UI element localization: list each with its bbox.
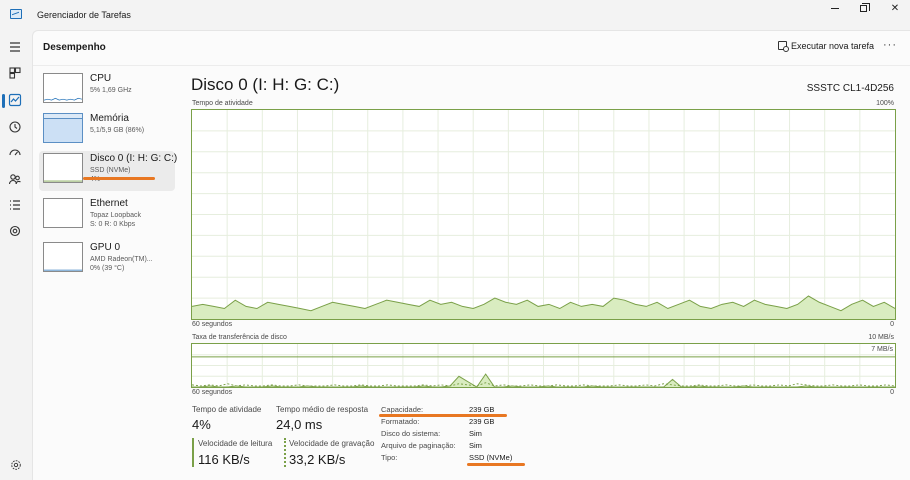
write-speed-value: 33,2 KB/s: [289, 452, 346, 467]
details-icon[interactable]: [8, 198, 24, 214]
performance-icon[interactable]: [8, 93, 24, 109]
run-task-icon: [778, 41, 789, 52]
prop-formatted-key: Formatado:: [381, 417, 420, 426]
annotation-underline: [83, 177, 155, 180]
write-speed-label: Velocidade de gravação: [289, 439, 375, 448]
gpu-thumbnail: [43, 242, 83, 272]
startup-icon[interactable]: [8, 146, 24, 162]
avg-response-label: Tempo médio de resposta: [276, 405, 369, 414]
header-divider: [33, 65, 910, 66]
task-manager-icon: [10, 9, 22, 19]
disk-model: SSSTC CL1-4D256: [806, 83, 894, 94]
read-speed-label: Velocidade de leitura: [198, 439, 273, 448]
nav-rail: [0, 30, 32, 480]
prop-type-key: Tipo:: [381, 453, 398, 462]
resource-detail: 5,1/5,9 GB (86%): [90, 127, 145, 134]
graph1-label: Tempo de atividade: [192, 100, 253, 107]
page-header: Desempenho Executar nova tarefa ···: [33, 31, 910, 65]
active-time-graph: [191, 109, 896, 320]
prop-formatted-value: 239 GB: [469, 417, 495, 426]
resource-name: CPU: [90, 73, 112, 84]
close-icon: ✕: [890, 3, 900, 14]
resource-item-cpu[interactable]: CPU 5% 1,69 GHz: [39, 71, 175, 111]
memory-fill: [44, 117, 82, 142]
graph2-min-label: 0: [890, 389, 894, 396]
resource-detail: AMD Radeon(TM)...: [90, 256, 153, 263]
graph1-time-label: 60 segundos: [192, 321, 233, 328]
disk-thumbnail: [43, 153, 83, 183]
prop-capacity-value: 239 GB: [469, 405, 495, 414]
restore-button[interactable]: [848, 0, 878, 22]
minimize-button[interactable]: [820, 0, 850, 22]
prop-system-disk-value: Sim: [469, 429, 482, 438]
resource-usage: 0% (39 °C): [90, 265, 125, 272]
services-icon[interactable]: [8, 224, 24, 240]
graph2-label: Taxa de transferência de disco: [192, 334, 287, 341]
minimize-icon: [831, 7, 839, 9]
page-title: Desempenho: [43, 42, 106, 53]
resource-item-disk-0[interactable]: Disco 0 (I: H: G: C:) SSD (NVMe) 4%: [39, 151, 178, 191]
active-time-label: Tempo de atividade: [192, 405, 262, 414]
transfer-rate-chart: [192, 344, 895, 387]
ethernet-thumbnail: [43, 198, 83, 228]
resource-item-ethernet[interactable]: Ethernet Topaz Loopback S: 0 R: 0 Kbps: [39, 196, 175, 236]
prop-capacity-key: Capacidade:: [381, 405, 424, 414]
nav-active-indicator: [2, 94, 5, 108]
transfer-rate-graph: 7 MB/s: [191, 343, 896, 388]
prop-type-value: SSD (NVMe): [469, 453, 513, 462]
resource-detail: SSD (NVMe): [90, 167, 131, 174]
gear-icon[interactable]: [10, 458, 22, 470]
annotation-underline: [467, 463, 525, 466]
disk-title: Disco 0 (I: H: G: C:): [191, 75, 340, 94]
resource-item-gpu-0[interactable]: GPU 0 AMD Radeon(TM)... 0% (39 °C): [39, 240, 175, 280]
history-icon[interactable]: [8, 120, 24, 136]
graph2-sub-max-label: 7 MB/s: [871, 346, 893, 353]
resource-usage: S: 0 R: 0 Kbps: [90, 221, 136, 228]
processes-icon[interactable]: [8, 66, 24, 82]
prop-system-disk-key: Disco do sistema:: [381, 429, 441, 438]
resource-name: Memória: [90, 113, 129, 124]
prop-paging-key: Arquivo de paginação:: [381, 441, 456, 450]
resource-detail: Topaz Loopback: [90, 212, 141, 219]
active-time-chart: [192, 110, 895, 319]
write-speed-bar: [284, 438, 286, 467]
read-speed-value: 116 KB/s: [198, 452, 250, 467]
resource-name: GPU 0: [90, 242, 121, 253]
main-panel: Desempenho Executar nova tarefa ··· CPU …: [32, 30, 910, 480]
avg-response-value: 24,0 ms: [276, 417, 323, 432]
cpu-thumbnail: [43, 73, 83, 103]
read-speed-bar: [192, 438, 194, 467]
active-time-value: 4%: [192, 417, 211, 432]
resource-name: Ethernet: [90, 198, 128, 209]
users-icon[interactable]: [8, 172, 24, 188]
graph2-time-label: 60 segundos: [192, 389, 233, 396]
annotation-underline: [379, 414, 507, 417]
memory-thumbnail: [43, 113, 83, 143]
resource-detail: 5% 1,69 GHz: [90, 87, 132, 94]
graph1-min-label: 0: [890, 321, 894, 328]
run-task-label: Executar nova tarefa: [791, 41, 875, 51]
menu-icon[interactable]: [8, 40, 24, 56]
prop-paging-value: Sim: [469, 441, 482, 450]
restore-icon: [859, 2, 870, 12]
more-options-button[interactable]: ···: [883, 39, 897, 51]
run-new-task-button[interactable]: Executar nova tarefa: [778, 41, 875, 52]
window-title: Gerenciador de Tarefas: [37, 10, 131, 20]
graph1-max-label: 100%: [876, 100, 894, 107]
resource-item-memory[interactable]: Memória 5,1/5,9 GB (86%): [39, 111, 175, 151]
graph2-max-label: 10 MB/s: [868, 334, 894, 341]
close-button[interactable]: ✕: [880, 0, 910, 22]
title-bar: Gerenciador de Tarefas ✕: [0, 0, 910, 30]
resource-name: Disco 0 (I: H: G: C:): [90, 153, 178, 164]
